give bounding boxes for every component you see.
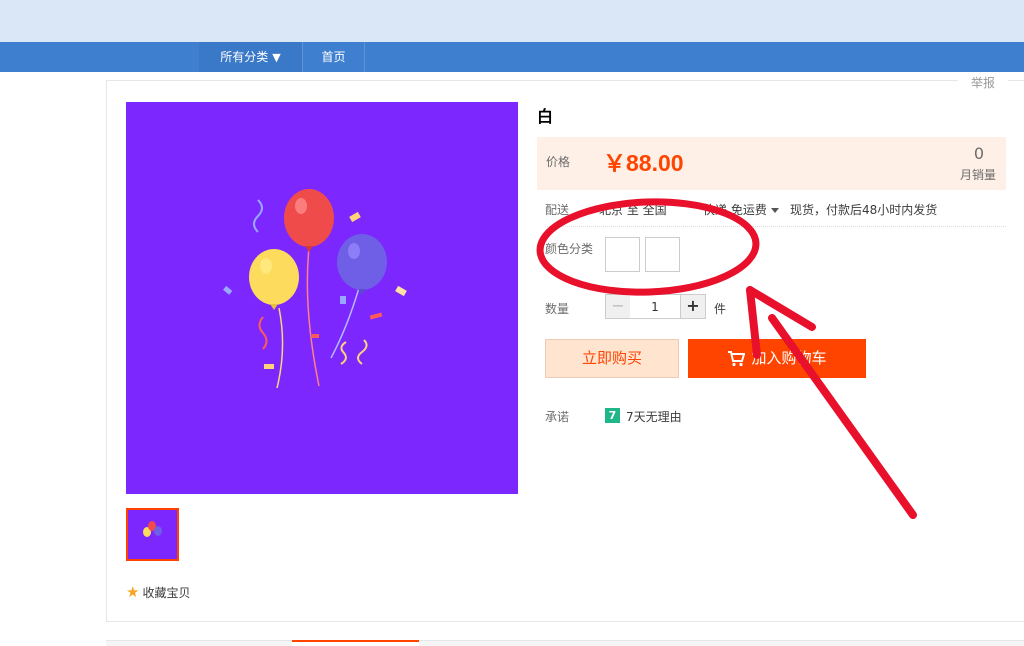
price-label: 价格 xyxy=(546,155,571,169)
shipping-label: 配送 xyxy=(545,203,570,217)
chevron-down-icon: ▼ xyxy=(272,51,281,64)
buy-now-button[interactable]: 立即购买 xyxy=(545,339,679,378)
quantity-increase-button[interactable]: + xyxy=(680,294,706,319)
seven-day-return-icon: 7 xyxy=(605,408,620,423)
detail-tabs xyxy=(106,640,1024,646)
top-banner xyxy=(0,0,1024,42)
product-title: 白 xyxy=(537,107,554,126)
color-label: 颜色分类 xyxy=(545,242,594,256)
favorite-label: 收藏宝贝 xyxy=(142,585,191,600)
color-option[interactable] xyxy=(645,237,680,272)
product-main-image xyxy=(126,102,518,494)
add-to-cart-label: 加入购物车 xyxy=(751,349,827,367)
monthly-sales-count: 0 xyxy=(973,144,984,163)
cart-icon xyxy=(728,350,746,366)
price-value: ￥88.00 xyxy=(603,150,684,176)
star-icon: ★ xyxy=(126,583,140,601)
caret-down-icon xyxy=(770,208,779,213)
color-option[interactable] xyxy=(605,237,640,272)
balloons-thumbnail-icon xyxy=(143,521,162,537)
quantity-input[interactable]: 1 xyxy=(630,294,680,319)
report-link[interactable]: 举报 xyxy=(958,74,1008,91)
product-thumbnail[interactable] xyxy=(126,508,179,561)
detail-tab-active[interactable] xyxy=(292,640,419,646)
promise-text[interactable]: 7天无理由 xyxy=(626,408,682,425)
promise-label: 承诺 xyxy=(545,410,570,424)
shipping-note: 现货，付款后48小时内发货 xyxy=(790,203,938,217)
add-to-cart-button[interactable]: 加入购物车 xyxy=(688,339,866,378)
shipping-region[interactable]: 北京 至 全国 xyxy=(599,201,667,218)
shipping-method[interactable]: 快递 免运费 xyxy=(703,201,779,218)
balloons-illustration xyxy=(223,189,407,389)
nav-all-categories[interactable]: 所有分类 ▼ xyxy=(199,42,303,72)
quantity-unit: 件 xyxy=(714,302,727,316)
quantity-label: 数量 xyxy=(545,302,570,316)
quantity-decrease-button[interactable]: − xyxy=(605,294,631,319)
shipping-row: 配送 北京 至 全国 快递 免运费 现货，付款后48小时内发货 xyxy=(545,201,1006,227)
nav-all-categories-label: 所有分类 xyxy=(220,50,269,64)
price-box: 价格 ￥88.00 0 月销量 xyxy=(537,137,1006,190)
nav-home[interactable]: 首页 xyxy=(303,42,365,72)
shipping-method-label: 快递 免运费 xyxy=(703,203,767,217)
monthly-sales-label: 月销量 xyxy=(959,168,996,182)
favorite-button[interactable]: ★ 收藏宝贝 xyxy=(126,583,190,601)
nav-bar: 所有分类 ▼ 首页 xyxy=(0,42,1024,72)
